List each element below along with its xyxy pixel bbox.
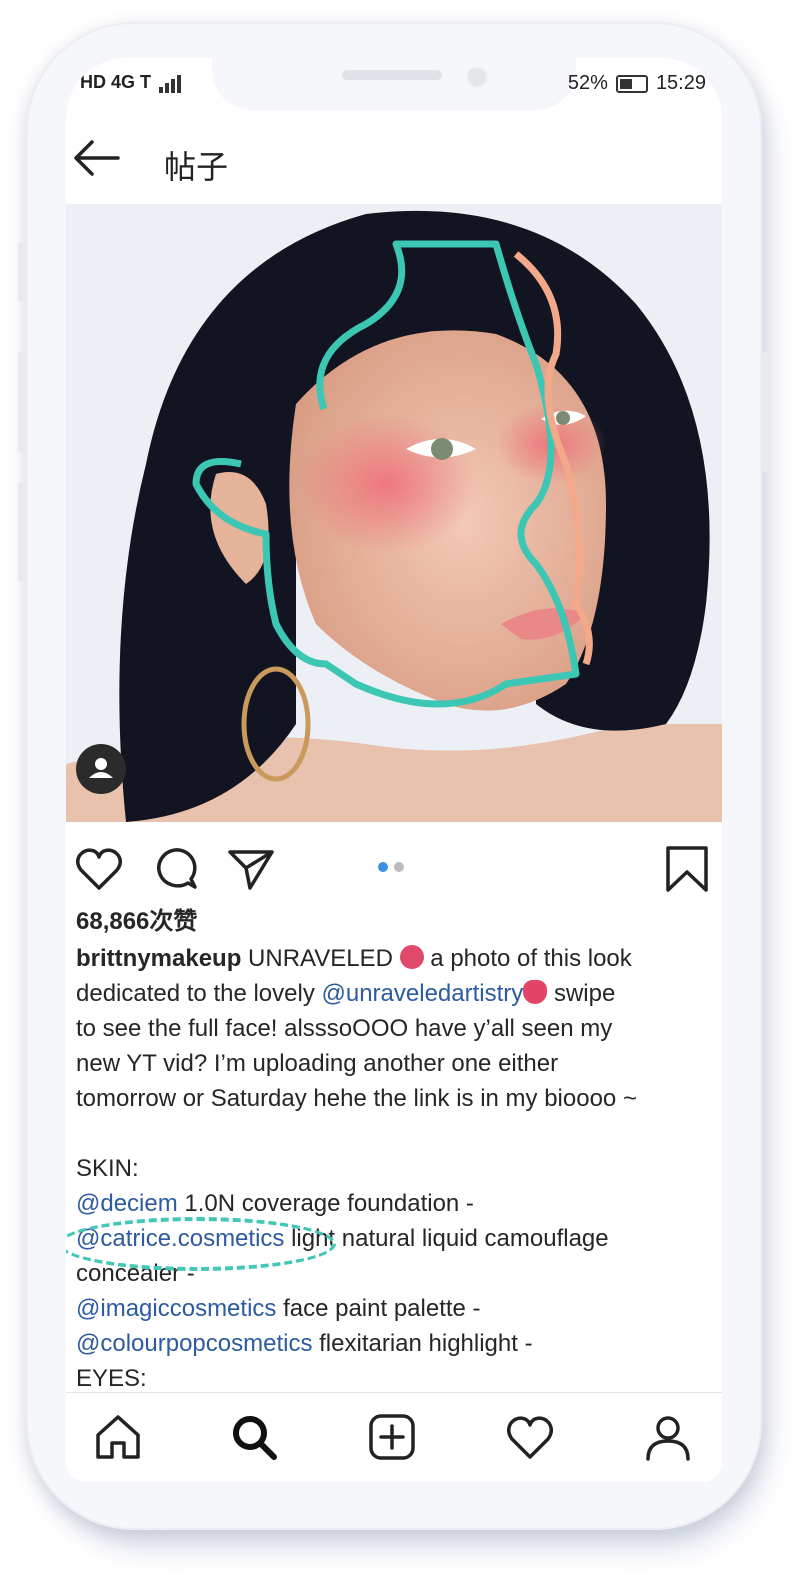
paper-plane-icon[interactable] <box>226 844 276 894</box>
mention-link[interactable]: @colourpopcosmetics <box>76 1330 312 1357</box>
person-icon[interactable] <box>642 1411 694 1463</box>
heart-emoji-icon <box>523 980 548 1004</box>
carousel-dot-active <box>378 862 388 872</box>
eyes-heading: EYES: <box>76 1365 147 1392</box>
post-photo <box>66 204 722 822</box>
volume-button <box>18 482 26 582</box>
product-line: @colourpopcosmetics flexitarian highligh… <box>76 1326 716 1361</box>
mention-link[interactable]: @imagiccosmetics <box>76 1295 276 1322</box>
plus-square-icon[interactable] <box>366 1411 418 1463</box>
heart-icon[interactable] <box>74 844 124 894</box>
status-bar: HD 4G T 52% 15:29 <box>66 58 722 120</box>
power-button <box>762 352 770 472</box>
clock-time: 15:29 <box>655 72 706 94</box>
battery-percent: 52% <box>567 72 608 94</box>
comment-bubble-icon[interactable] <box>150 844 200 894</box>
person-icon <box>89 758 113 778</box>
home-icon[interactable] <box>92 1411 144 1463</box>
likes-count[interactable]: 68,866次赞 <box>76 904 716 939</box>
network-status-text: HD 4G T <box>80 72 152 92</box>
highlight-ring <box>66 1217 336 1271</box>
app-screen: HD 4G T 52% 15:29 帖子 68,866次赞 brittnymak… <box>66 58 722 1482</box>
product-line: @deciem 1.0N coverage foundation - <box>76 1186 716 1221</box>
status-right: 52% 15:29 <box>568 72 706 95</box>
post-actions <box>66 822 722 912</box>
product-text: face paint palette - <box>276 1295 481 1322</box>
mention-link[interactable]: @deciem <box>76 1190 178 1217</box>
carousel-indicator <box>378 862 404 872</box>
heart-icon[interactable] <box>504 1411 556 1463</box>
arrow-left-icon[interactable] <box>70 138 122 178</box>
product-text: flexitarian highlight - <box>312 1330 533 1357</box>
search-icon[interactable] <box>228 1411 280 1463</box>
volume-button <box>18 352 26 452</box>
notch <box>212 58 576 110</box>
product-line: @imagiccosmetics face paint palette - <box>76 1291 716 1326</box>
caption-text: a photo of this look <box>423 945 632 972</box>
product-text: 1.0N coverage foundation - <box>177 1190 474 1217</box>
caption-text: dedicated to the lovely <box>76 980 322 1007</box>
caption-line: dedicated to the lovely @unraveledartist… <box>76 976 716 1011</box>
signal-icon <box>159 74 182 93</box>
caption-line: brittnymakeup UNRAVELED a photo of this … <box>76 941 716 976</box>
carousel-dot <box>394 862 404 872</box>
speaker <box>342 70 442 80</box>
yarn-emoji-icon <box>399 945 424 969</box>
bookmark-icon[interactable] <box>662 844 712 894</box>
caption-line: to see the full face! alsssoOOO have y’a… <box>76 1015 613 1042</box>
battery-icon <box>615 74 648 93</box>
volume-button <box>18 242 26 302</box>
caption-line: tomorrow or Saturday hehe the link is in… <box>76 1085 637 1112</box>
post-image[interactable] <box>66 204 722 822</box>
caption-text: UNRAVELED <box>241 945 400 972</box>
top-header: 帖子 <box>66 120 722 205</box>
caption-line: new YT vid? I’m uploading another one ei… <box>76 1050 559 1077</box>
status-left: HD 4G T <box>80 72 191 93</box>
product-line: @catrice.cosmetics light natural liquid … <box>66 1217 716 1271</box>
page-title: 帖子 <box>164 149 229 185</box>
caption-text: swipe <box>547 980 616 1007</box>
mention-link[interactable]: @unraveledartistry <box>322 980 524 1007</box>
skin-heading: SKIN: <box>76 1155 139 1182</box>
bottom-tab-bar <box>66 1392 722 1482</box>
tagged-people-badge[interactable] <box>76 744 126 794</box>
post-caption: 68,866次赞 brittnymakeup UNRAVELED a photo… <box>66 904 716 1396</box>
username-link[interactable]: brittnymakeup <box>76 945 241 972</box>
front-camera <box>466 66 488 88</box>
